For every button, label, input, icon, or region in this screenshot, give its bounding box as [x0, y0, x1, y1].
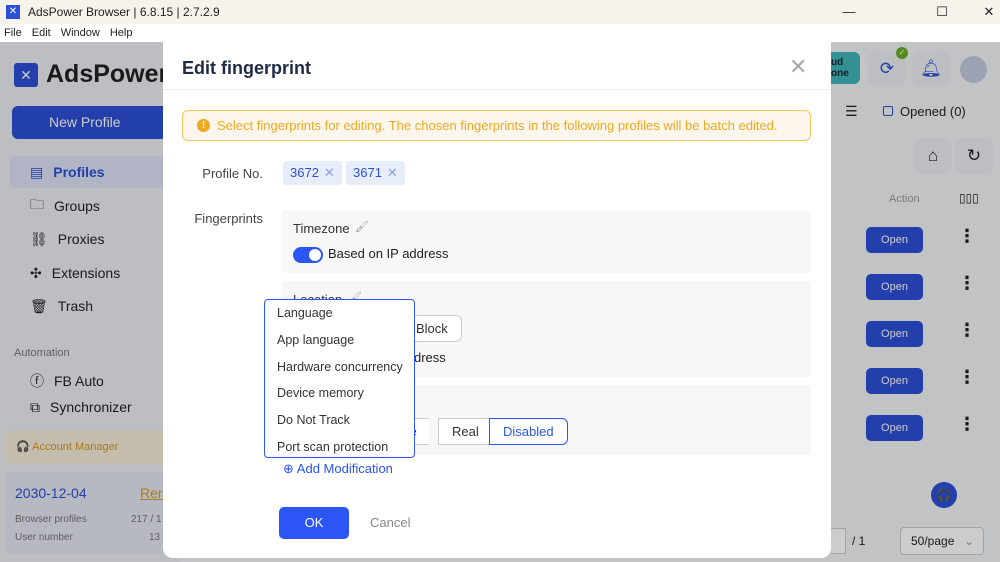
warning-icon: ! — [197, 119, 210, 132]
fingerprint-dropdown: Language App language Hardware concurren… — [264, 299, 415, 458]
timezone-toggle[interactable] — [293, 246, 323, 263]
brush-icon[interactable]: 🖌︎ — [355, 220, 369, 233]
close-icon[interactable]: ✕ — [789, 54, 807, 80]
timezone-title: Timezone — [293, 221, 350, 236]
ok-button[interactable]: OK — [279, 507, 349, 539]
location-partial-text: dress — [414, 350, 446, 365]
profile-tag: 3672 ✕ — [283, 161, 342, 185]
menu-help[interactable]: Help — [110, 27, 133, 39]
divider — [163, 89, 831, 90]
dropdown-item-port-scan[interactable]: Port scan protection — [265, 434, 414, 457]
dialog-title: Edit fingerprint — [182, 58, 311, 78]
real-option[interactable]: Real — [438, 418, 492, 445]
profile-tag: 3671 ✕ — [346, 161, 405, 185]
dropdown-item-do-not-track[interactable]: Do Not Track — [265, 407, 414, 434]
edit-fingerprint-dialog: Edit fingerprint ✕ ! Select fingerprints … — [163, 42, 831, 558]
timezone-section: Timezone 🖌︎ Based on IP address — [282, 210, 811, 273]
plus-circle-icon: ⊕ — [283, 461, 297, 476]
add-modification-button[interactable]: ⊕ Add Modification — [283, 461, 393, 477]
profile-no-label: Profile No. — [202, 166, 263, 181]
window-title: AdsPower Browser | 6.8.15 | 2.7.2.9 — [28, 5, 220, 19]
cancel-button[interactable]: Cancel — [370, 515, 410, 530]
menu-file[interactable]: File — [4, 27, 22, 39]
timezone-toggle-label: Based on IP address — [328, 246, 449, 261]
menu-edit[interactable]: Edit — [32, 27, 51, 39]
dropdown-item-hardware-concurrency[interactable]: Hardware concurrency — [265, 354, 414, 381]
title-bar: ✕ AdsPower Browser | 6.8.15 | 2.7.2.9 — … — [0, 0, 1000, 24]
app-logo-icon: ✕ — [6, 5, 20, 19]
disabled-option[interactable]: Disabled — [489, 418, 568, 445]
dropdown-item-language[interactable]: Language — [265, 300, 414, 327]
close-window-button[interactable]: ✕ — [966, 0, 1000, 24]
dropdown-item-app-language[interactable]: App language — [265, 327, 414, 354]
menu-window[interactable]: Window — [61, 27, 100, 39]
dropdown-item-device-memory[interactable]: Device memory — [265, 380, 414, 407]
minimize-button[interactable]: — — [826, 0, 872, 24]
remove-tag-icon[interactable]: ✕ — [324, 165, 335, 180]
alert-text: Select fingerprints for editing. The cho… — [217, 118, 778, 133]
fingerprints-label: Fingerprints — [194, 211, 263, 226]
warning-alert: ! Select fingerprints for editing. The ch… — [182, 110, 811, 141]
maximize-button[interactable]: ☐ — [919, 0, 965, 24]
remove-tag-icon[interactable]: ✕ — [387, 165, 398, 180]
menu-bar: File Edit Window Help — [0, 24, 1000, 42]
